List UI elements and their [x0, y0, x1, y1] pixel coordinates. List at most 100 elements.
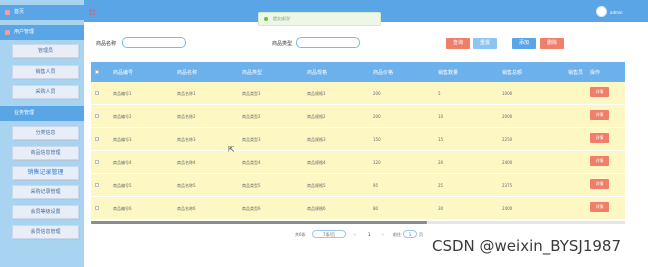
product-name-input[interactable]	[122, 37, 186, 48]
table-row[interactable]: 商品编号6 商品名称6 商品类型6 商品规格6 80 30 2400 详情	[91, 197, 625, 220]
table-cell: 商品规格2	[307, 114, 326, 119]
table-cell: 商品编号1	[113, 91, 132, 96]
detail-button[interactable]: 详情	[590, 202, 609, 212]
table-cell: 25	[438, 183, 444, 188]
sidebar-item-product-mgmt[interactable]: 商品信息管理	[12, 146, 79, 160]
query-button[interactable]: 查询	[446, 38, 470, 49]
column-header: 操作	[590, 70, 601, 76]
table-row[interactable]: 商品编号1 商品名称1 商品类型1 商品规格1 200 5 1000 详情	[91, 82, 625, 105]
column-header: 销售数量	[438, 70, 459, 76]
table-cell: 商品编号5	[113, 183, 132, 188]
select-all-checkbox[interactable]	[95, 70, 99, 74]
table-row[interactable]: 商品编号2 商品名称2 商品类型2 商品规格2 200 10 2000 详情	[91, 105, 625, 128]
sidebar-item-sales-staff[interactable]: 销售人员	[12, 65, 79, 79]
table-cell: 商品规格3	[307, 137, 326, 142]
sidebar-item-member-info[interactable]: 会员信息管理	[12, 225, 79, 239]
table-cell: 商品名称2	[177, 114, 196, 119]
column-header: 商品价格	[373, 70, 394, 76]
table-cell: 商品名称4	[177, 160, 196, 165]
table-cell: 商品名称6	[177, 206, 196, 211]
table-cell: 商品类型3	[242, 137, 261, 142]
detail-button[interactable]: 详情	[590, 156, 609, 166]
goto-label: 前往	[393, 232, 401, 237]
table-cell: 商品编号2	[113, 114, 132, 119]
row-checkbox[interactable]	[95, 206, 99, 210]
toast-message: 提交成功!	[273, 16, 291, 21]
sidebar-item-purchase-records[interactable]: 采购记录管理	[12, 185, 79, 199]
prev-page-button[interactable]: <	[353, 232, 356, 237]
page-size-select[interactable]: 7条/页	[312, 230, 346, 238]
row-checkbox[interactable]	[95, 91, 99, 95]
goto-page-input[interactable]: 1	[403, 230, 417, 238]
pager-total: 共6条	[295, 232, 306, 237]
table-cell: 30	[438, 206, 444, 211]
table-cell: 商品规格1	[307, 91, 326, 96]
table-cell: 80	[373, 206, 379, 211]
sidebar-item-admin[interactable]: 管理员	[12, 44, 79, 58]
row-checkbox[interactable]	[95, 183, 99, 187]
column-header: 商品编号	[113, 70, 134, 76]
table-cell: 95	[373, 183, 379, 188]
next-page-button[interactable]: >	[381, 232, 384, 237]
sidebar-group-user-mgmt[interactable]: 用户管理	[0, 25, 84, 40]
table-cell: 15	[438, 137, 444, 142]
avatar[interactable]	[596, 6, 607, 17]
table-cell: 5	[438, 91, 441, 96]
table-cell: 商品规格6	[307, 206, 326, 211]
table-cell: 2400	[502, 160, 513, 165]
home-icon	[5, 10, 10, 15]
product-name-label: 商品名称	[96, 41, 117, 47]
table-cell: 商品编号3	[113, 137, 132, 142]
table-row[interactable]: 商品编号5 商品名称5 商品类型5 商品规格5 95 25 2375 详情	[91, 174, 625, 197]
column-header: 商品规格	[307, 70, 328, 76]
sidebar: 首页 用户管理 管理员 销售人员 采购人员 业务管理 分类信息 商品信息管理 销…	[0, 0, 84, 267]
table-cell: 商品名称1	[177, 91, 196, 96]
detail-button[interactable]: 详情	[590, 87, 609, 97]
sidebar-item-label: 首页	[14, 9, 25, 15]
page-unit-label: 页	[419, 232, 423, 237]
detail-button[interactable]: 详情	[590, 133, 609, 143]
sidebar-item-member-level[interactable]: 会员等级设置	[12, 205, 79, 219]
sidebar-item-sales-records[interactable]: 销售记录管理	[12, 166, 79, 180]
table-cell: 商品编号4	[113, 160, 132, 165]
table-cell: 商品类型1	[242, 91, 261, 96]
product-type-input[interactable]	[296, 37, 360, 48]
row-checkbox[interactable]	[95, 137, 99, 141]
menu-grid-icon[interactable]	[89, 9, 95, 15]
row-checkbox[interactable]	[95, 114, 99, 118]
sidebar-item-home[interactable]: 首页	[0, 5, 84, 20]
sidebar-item-purchase-staff[interactable]: 采购人员	[12, 85, 79, 99]
sales-table: 商品编号 商品名称 商品类型 商品规格 商品价格 销售数量 销售总额 销售员 操…	[91, 62, 625, 222]
detail-button[interactable]: 详情	[590, 179, 609, 189]
table-cell: 商品规格5	[307, 183, 326, 188]
table-row[interactable]: 商品编号3 商品名称3 商品类型3 商品规格3 150 15 2250 详情	[91, 128, 625, 151]
sidebar-group-business-mgmt[interactable]: 业务管理	[0, 106, 84, 121]
table-cell: 商品规格4	[307, 160, 326, 165]
column-header: 销售总额	[502, 70, 523, 76]
mouse-cursor-icon: ⇱	[228, 145, 235, 154]
reset-button[interactable]: 重置	[473, 38, 497, 49]
detail-button[interactable]: 详情	[590, 110, 609, 120]
table-cell: 商品类型6	[242, 206, 261, 211]
table-cell: 120	[373, 160, 381, 165]
row-checkbox[interactable]	[95, 160, 99, 164]
table-cell: 商品名称5	[177, 183, 196, 188]
table-cell: 20	[438, 160, 444, 165]
current-page[interactable]: 1	[368, 232, 371, 237]
delete-button[interactable]: 删除	[540, 38, 564, 49]
column-header: 商品类型	[242, 70, 263, 76]
table-cell: 商品名称3	[177, 137, 196, 142]
table-row[interactable]: 商品编号4 商品名称4 商品类型4 商品规格4 120 20 2400 详情	[91, 151, 625, 174]
watermark: CSDN @weixin_BYSJ1987	[432, 237, 622, 255]
user-icon	[5, 30, 10, 35]
table-cell: 商品类型2	[242, 114, 261, 119]
table-cell: 1000	[502, 91, 513, 96]
scrollbar-thumb[interactable]	[91, 221, 428, 224]
add-button[interactable]: 添加	[512, 38, 536, 49]
username: admin	[610, 10, 623, 15]
product-type-label: 商品类型	[272, 41, 293, 47]
sidebar-item-category[interactable]: 分类信息	[12, 126, 79, 140]
table-cell: 10	[438, 114, 444, 119]
table-cell: 商品类型5	[242, 183, 261, 188]
table-cell: 2400	[502, 206, 513, 211]
